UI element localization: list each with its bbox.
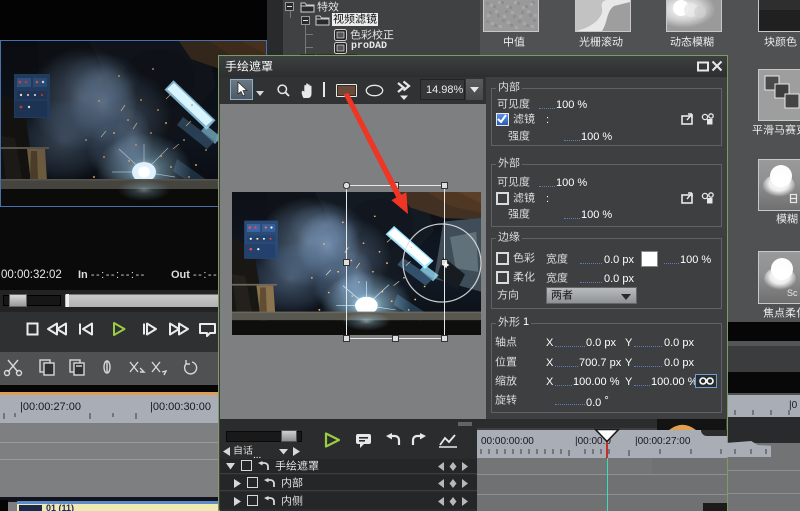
svg-text:Sc: Sc <box>787 288 798 298</box>
